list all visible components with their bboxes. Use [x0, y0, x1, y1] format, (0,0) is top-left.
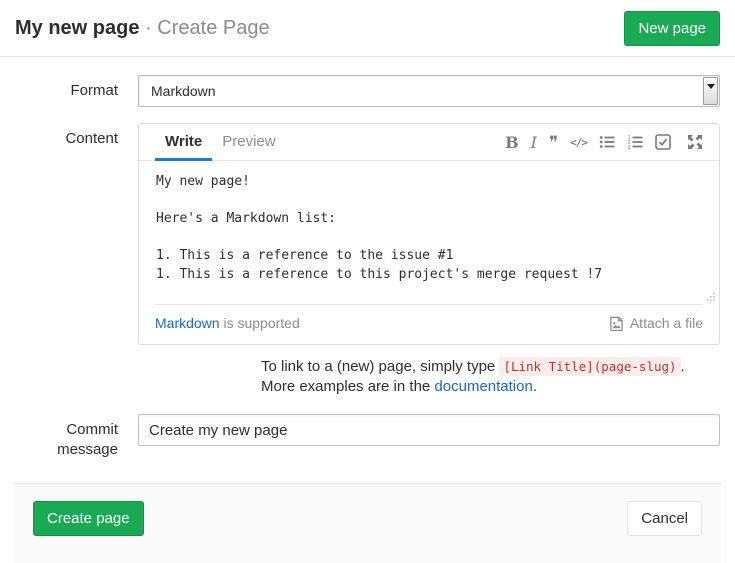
page-title-name: My new page [15, 17, 139, 39]
numbered-list-icon[interactable]: 1 2 3 [627, 134, 643, 150]
svg-text:3: 3 [628, 145, 631, 150]
help-text-before: To link to a (new) page, simply type [261, 358, 499, 375]
editor-toolbar: Write Preview B I ❞ </> [139, 124, 719, 161]
content-row: Content Write Preview B I ❞ </> [15, 123, 720, 397]
attach-file-label: Attach a file [630, 315, 703, 331]
form-actions-bar: Create page Cancel [14, 483, 721, 563]
tab-write[interactable]: Write [155, 124, 212, 161]
code-icon[interactable]: </> [570, 136, 587, 149]
attach-file-button[interactable]: Attach a file [609, 315, 703, 331]
chevron-down-icon [707, 84, 715, 89]
tab-preview[interactable]: Preview [212, 124, 285, 161]
fullscreen-icon[interactable] [687, 134, 703, 150]
page-header: My new page · Create Page New page [0, 0, 735, 57]
page-title-subtitle: Create Page [157, 17, 269, 39]
content-label: Content [15, 123, 138, 149]
commit-message-input[interactable] [138, 414, 720, 446]
image-attachment-icon [609, 316, 624, 331]
format-select-value: Markdown [151, 83, 216, 99]
editor-textarea-wrap: My new page! Here's a Markdown list: 1. … [139, 161, 719, 304]
blockquote-icon[interactable]: ❞ [549, 134, 558, 151]
new-page-button[interactable]: New page [624, 11, 720, 46]
format-select[interactable]: Markdown [138, 75, 720, 107]
page-title-separator: · [145, 17, 152, 39]
supported-text: is supported [220, 315, 300, 331]
documentation-link[interactable]: documentation [434, 378, 532, 395]
content-editor-textarea[interactable]: My new page! Here's a Markdown list: 1. … [139, 161, 719, 304]
select-dropdown-strip[interactable] [703, 77, 718, 105]
commit-message-label: Commit message [15, 414, 138, 460]
bold-icon[interactable]: B [505, 133, 519, 152]
page-title: My new page · Create Page [15, 18, 270, 38]
format-row: Format Markdown [15, 75, 720, 107]
markdown-help-link[interactable]: Markdown [155, 315, 220, 331]
italic-icon[interactable]: I [531, 133, 537, 152]
link-syntax-code: [Link Title](page-slug) [499, 357, 680, 376]
task-list-icon[interactable] [655, 134, 671, 150]
format-label: Format [15, 75, 138, 101]
create-page-form: Format Markdown Content Write Preview B … [0, 75, 735, 460]
bulleted-list-icon[interactable] [599, 134, 615, 150]
markdown-editor: Write Preview B I ❞ </> [138, 123, 720, 345]
commit-message-row: Commit message [15, 414, 720, 460]
help-text-period: . [533, 378, 537, 395]
formatting-toolbar: B I ❞ </> 1 [505, 124, 703, 160]
markdown-supported-note: Markdown is supported [155, 315, 300, 331]
wiki-link-help-text: To link to a (new) page, simply type [Li… [261, 357, 720, 397]
editor-footer: Markdown is supported Attach a file [155, 304, 703, 344]
